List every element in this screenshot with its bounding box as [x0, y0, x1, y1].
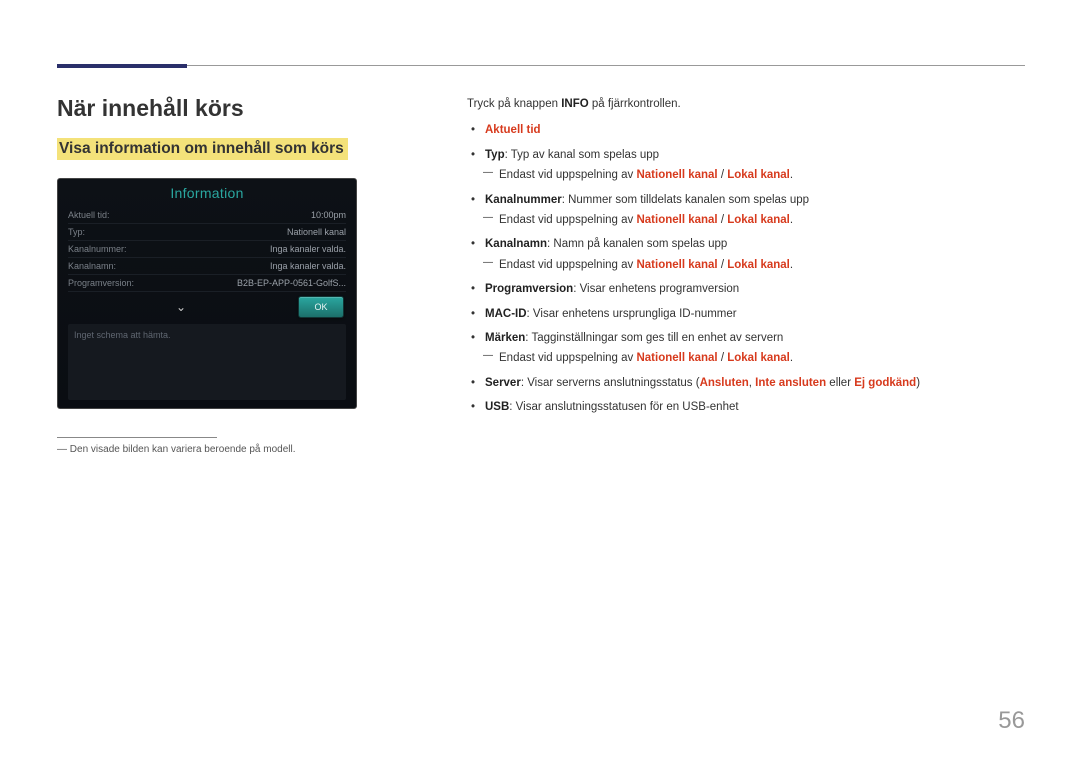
sep: ) — [916, 377, 920, 389]
bullet-desc: : Visar anslutningsstatusen för en USB-e… — [509, 401, 738, 413]
sub-text: Endast vid uppspelning av — [499, 169, 636, 181]
intro-line: Tryck på knappen INFO på fjärrkontrollen… — [467, 95, 1025, 113]
bullet-desc: : Tagginställningar som ges till en enhe… — [525, 332, 783, 344]
list-item: Server: Visar serverns anslutningsstatus… — [485, 374, 1025, 392]
bullet-label: MAC-ID — [485, 308, 527, 320]
bullet-desc: : Typ av kanal som spelas upp — [505, 149, 660, 161]
info-value: Nationell kanal — [287, 227, 346, 237]
info-label: Aktuell tid: — [68, 210, 110, 220]
page-accent-bar — [57, 64, 187, 68]
bullet-label: Kanalnamn — [485, 238, 547, 250]
sep: eller — [826, 377, 854, 389]
bullet-label: Märken — [485, 332, 525, 344]
bullet-aktuell-tid: Aktuell tid — [485, 124, 541, 136]
sub-red: Lokal kanal — [727, 352, 790, 364]
footnote-text: Den visade bilden kan variera beroende p… — [70, 444, 296, 455]
info-row: Kanalnamn: Inga kanaler valda. — [68, 258, 346, 275]
info-value: Inga kanaler valda. — [270, 244, 346, 254]
sub-text: Endast vid uppspelning av — [499, 214, 636, 226]
info-value: Inga kanaler valda. — [270, 261, 346, 271]
section-title: Visa information om innehåll som körs — [57, 138, 348, 160]
sub-note: Endast vid uppspelning av Nationell kana… — [485, 256, 1025, 274]
server-status: Ej godkänd — [854, 377, 916, 389]
info-panel-title: Information — [58, 179, 356, 207]
info-button-row: ⌄ OK — [68, 292, 346, 318]
list-item: Programversion: Visar enhetens programve… — [485, 280, 1025, 298]
bullet-label: Server — [485, 377, 521, 389]
chevron-down-icon[interactable]: ⌄ — [70, 300, 292, 314]
sub-note: Endast vid uppspelning av Nationell kana… — [485, 211, 1025, 229]
sub-red: Nationell kanal — [636, 352, 717, 364]
server-status: Inte ansluten — [755, 377, 826, 389]
info-label: Typ: — [68, 227, 85, 237]
info-label: Programversion: — [68, 278, 134, 288]
footnote-rule — [57, 437, 217, 438]
sub-slash: / — [718, 214, 728, 226]
info-label: Kanalnummer: — [68, 244, 127, 254]
info-message: Inget schema att hämta. — [68, 324, 346, 400]
sub-slash: / — [718, 352, 728, 364]
bullet-list: Aktuell tid Typ: Typ av kanal som spelas… — [467, 121, 1025, 416]
page-number: 56 — [998, 707, 1025, 735]
sub-period: . — [790, 214, 793, 226]
list-item: Kanalnamn: Namn på kanalen som spelas up… — [485, 235, 1025, 274]
bullet-label: Typ — [485, 149, 505, 161]
info-panel-body: Aktuell tid: 10:00pm Typ: Nationell kana… — [58, 207, 356, 318]
sub-red: Nationell kanal — [636, 214, 717, 226]
intro-bold: INFO — [561, 98, 588, 110]
list-item: Märken: Tagginställningar som ges till e… — [485, 329, 1025, 368]
list-item: MAC-ID: Visar enhetens ursprungliga ID-n… — [485, 305, 1025, 323]
bullet-label: Programversion — [485, 283, 573, 295]
info-row: Typ: Nationell kanal — [68, 224, 346, 241]
info-panel: Information Aktuell tid: 10:00pm Typ: Na… — [57, 178, 357, 409]
bullet-label: Kanalnummer — [485, 194, 562, 206]
sub-period: . — [790, 169, 793, 181]
bullet-desc: : Nummer som tilldelats kanalen som spel… — [562, 194, 809, 206]
sub-note: Endast vid uppspelning av Nationell kana… — [485, 349, 1025, 367]
sub-slash: / — [718, 259, 728, 271]
info-row: Kanalnummer: Inga kanaler valda. — [68, 241, 346, 258]
info-row: Programversion: B2B-EP-APP-0561-GolfS... — [68, 275, 346, 292]
bullet-desc: : Visar serverns anslutningsstatus ( — [521, 377, 700, 389]
sub-period: . — [790, 352, 793, 364]
bullet-label: USB — [485, 401, 509, 413]
sub-note: Endast vid uppspelning av Nationell kana… — [485, 166, 1025, 184]
sub-period: . — [790, 259, 793, 271]
list-item: Typ: Typ av kanal som spelas upp Endast … — [485, 146, 1025, 185]
right-column: Tryck på knappen INFO på fjärrkontrollen… — [467, 95, 1025, 455]
page-content: När innehåll körs Visa information om in… — [57, 95, 1025, 455]
footnote: ― Den visade bilden kan variera beroende… — [57, 444, 427, 455]
info-label: Kanalnamn: — [68, 261, 116, 271]
bullet-desc: : Visar enhetens programversion — [573, 283, 739, 295]
page-title: När innehåll körs — [57, 95, 427, 122]
sub-red: Lokal kanal — [727, 169, 790, 181]
list-item: Kanalnummer: Nummer som tilldelats kanal… — [485, 191, 1025, 230]
ok-button[interactable]: OK — [298, 296, 344, 318]
server-status: Ansluten — [700, 377, 749, 389]
list-item: Aktuell tid — [485, 121, 1025, 139]
sub-red: Lokal kanal — [727, 214, 790, 226]
info-value: B2B-EP-APP-0561-GolfS... — [237, 278, 346, 288]
info-value: 10:00pm — [311, 210, 346, 220]
sub-red: Nationell kanal — [636, 259, 717, 271]
intro-suffix: på fjärrkontrollen. — [589, 98, 681, 110]
sub-slash: / — [718, 169, 728, 181]
page-top-rule — [57, 65, 1025, 66]
sub-text: Endast vid uppspelning av — [499, 352, 636, 364]
bullet-desc: : Visar enhetens ursprungliga ID-nummer — [527, 308, 737, 320]
list-item: USB: Visar anslutningsstatusen för en US… — [485, 398, 1025, 416]
info-row: Aktuell tid: 10:00pm — [68, 207, 346, 224]
bullet-desc: : Namn på kanalen som spelas upp — [547, 238, 727, 250]
intro-prefix: Tryck på knappen — [467, 98, 561, 110]
left-column: När innehåll körs Visa information om in… — [57, 95, 427, 455]
sub-text: Endast vid uppspelning av — [499, 259, 636, 271]
sub-red: Lokal kanal — [727, 259, 790, 271]
sub-red: Nationell kanal — [636, 169, 717, 181]
